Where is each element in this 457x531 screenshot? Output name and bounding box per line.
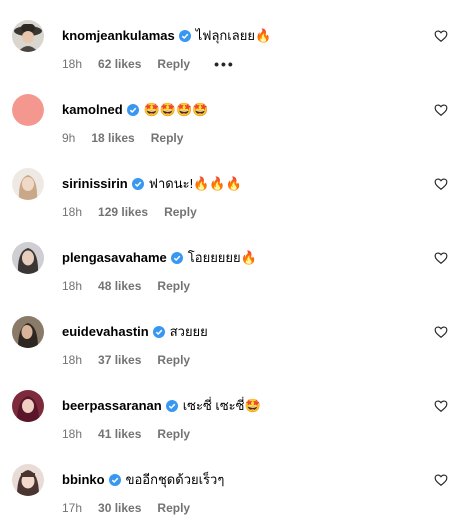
comment-likes[interactable]: 41 likes <box>98 426 141 442</box>
reply-button[interactable]: Reply <box>164 204 197 220</box>
comment-time[interactable]: 18h <box>62 56 82 72</box>
comment-username[interactable]: beerpassaranan <box>62 397 162 415</box>
comment-likes[interactable]: 37 likes <box>98 352 141 368</box>
comment-time[interactable]: 17h <box>62 500 82 516</box>
avatar-pink-circle-icon <box>12 94 44 126</box>
avatar[interactable] <box>12 390 44 422</box>
avatar[interactable] <box>12 168 44 200</box>
avatar[interactable] <box>12 464 44 496</box>
comment-likes[interactable]: 62 likes <box>98 56 141 72</box>
comment-time[interactable]: 18h <box>62 204 82 220</box>
comment-likes[interactable]: 18 likes <box>91 130 134 146</box>
avatar-photo-woman-icon <box>12 316 44 348</box>
verified-badge-icon <box>131 178 144 190</box>
comment-text: 🤩🤩🤩🤩 <box>143 102 209 117</box>
verified-badge-icon <box>165 400 178 412</box>
avatar-photo-woman-icon <box>12 464 44 496</box>
like-heart-icon[interactable] <box>434 29 448 43</box>
comment-text: โอยยยยย🔥 <box>187 250 257 265</box>
reply-button[interactable]: Reply <box>157 426 190 442</box>
like-heart-icon[interactable] <box>434 103 448 117</box>
avatar-photo-hat-icon <box>12 20 44 52</box>
avatar-photo-woman-icon <box>12 168 44 200</box>
verified-badge-icon <box>178 30 191 42</box>
comment-text: สวยยย <box>169 324 208 339</box>
comment-time[interactable]: 18h <box>62 426 82 442</box>
verified-badge-icon <box>126 104 139 116</box>
comment-time[interactable]: 18h <box>62 278 82 294</box>
comment-time[interactable]: 9h <box>62 130 75 146</box>
comment-item: sirinissirin ฟาดนะ!🔥🔥🔥 18h 129 likes Rep… <box>0 168 457 228</box>
verified-badge-icon <box>152 326 165 338</box>
avatar[interactable] <box>12 242 44 274</box>
reply-button[interactable]: Reply <box>157 352 190 368</box>
more-options-icon[interactable]: ••• <box>214 56 235 72</box>
comment-likes[interactable]: 48 likes <box>98 278 141 294</box>
comment-item: euidevahastin สวยยย 18h 37 likes Reply <box>0 316 457 376</box>
avatar-photo-woman-icon <box>12 390 44 422</box>
reply-button[interactable]: Reply <box>157 278 190 294</box>
verified-badge-icon <box>170 252 183 264</box>
avatar[interactable] <box>12 20 44 52</box>
like-heart-icon[interactable] <box>434 473 448 487</box>
reply-button[interactable]: Reply <box>157 500 190 516</box>
comment-text: ไฟลุกเลยย🔥 <box>195 28 272 43</box>
like-heart-icon[interactable] <box>434 251 448 265</box>
comment-item: bbinko ขออีกชุดด้วยเร็วๆ 17h 30 likes Re… <box>0 464 457 524</box>
comment-time[interactable]: 18h <box>62 352 82 368</box>
comment-username[interactable]: bbinko <box>62 471 105 489</box>
avatar[interactable] <box>12 94 44 126</box>
comment-username[interactable]: kamolned <box>62 101 123 119</box>
comment-username[interactable]: plengasavahame <box>62 249 167 267</box>
comment-item: beerpassaranan เซะซี่ เซะซี่🤩 18h 41 lik… <box>0 390 457 450</box>
comment-likes[interactable]: 30 likes <box>98 500 141 516</box>
comment-item: plengasavahame โอยยยยย🔥 18h 48 likes Rep… <box>0 242 457 302</box>
comment-item: knomjeankulamas ไฟลุกเลยย🔥 18h 62 likes … <box>0 20 457 80</box>
comment-likes[interactable]: 129 likes <box>98 204 148 220</box>
avatar[interactable] <box>12 316 44 348</box>
reply-button[interactable]: Reply <box>157 56 190 72</box>
comment-text: ฟาดนะ!🔥🔥🔥 <box>148 176 242 191</box>
comment-text: ขออีกชุดด้วยเร็วๆ <box>125 472 225 487</box>
verified-badge-icon <box>108 474 121 486</box>
comment-username[interactable]: knomjeankulamas <box>62 27 175 45</box>
comment-text: เซะซี่ เซะซี่🤩 <box>182 398 261 413</box>
reply-button[interactable]: Reply <box>151 130 184 146</box>
like-heart-icon[interactable] <box>434 325 448 339</box>
avatar-photo-woman-icon <box>12 242 44 274</box>
like-heart-icon[interactable] <box>434 177 448 191</box>
comment-username[interactable]: euidevahastin <box>62 323 149 341</box>
like-heart-icon[interactable] <box>434 399 448 413</box>
comment-item: kamolned 🤩🤩🤩🤩 9h 18 likes Reply <box>0 94 457 154</box>
comment-username[interactable]: sirinissirin <box>62 175 128 193</box>
